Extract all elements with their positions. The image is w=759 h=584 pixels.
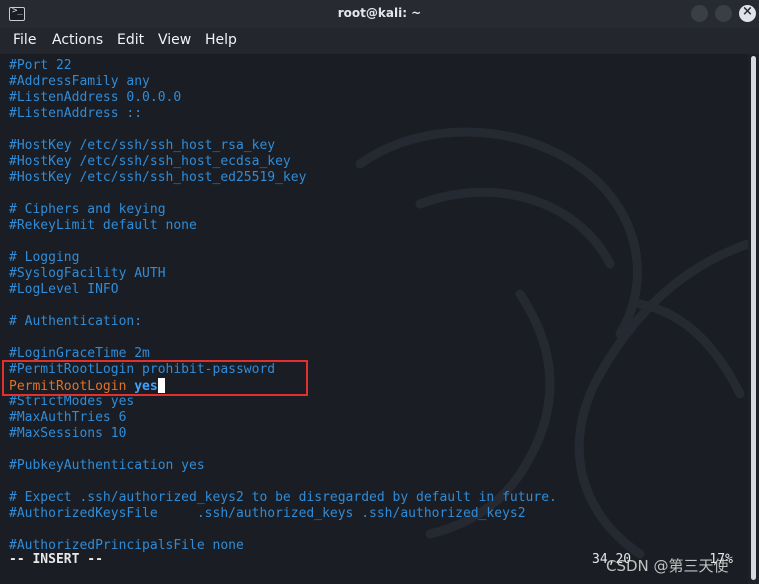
config-line: #Port 22: [9, 58, 72, 73]
close-button[interactable]: ×: [739, 4, 756, 22]
config-line: #MaxSessions 10: [9, 426, 127, 441]
config-line: #PubkeyAuthentication yes: [9, 458, 205, 473]
menu-bar: File Actions Edit View Help: [0, 28, 759, 54]
config-line: #LogLevel INFO: [9, 282, 119, 297]
config-line: #ListenAddress ::: [9, 106, 143, 121]
menu-file[interactable]: File: [13, 32, 36, 48]
vertical-scrollbar[interactable]: [748, 54, 759, 584]
config-line: #MaxAuthTries 6: [9, 410, 127, 425]
window-title: root@kali: ~: [337, 6, 422, 20]
config-line: #HostKey /etc/ssh/ssh_host_ecdsa_key: [9, 154, 291, 169]
scrollbar-thumb[interactable]: [751, 56, 756, 580]
terminal-area[interactable]: #Port 22 #AddressFamily any #ListenAddre…: [0, 54, 748, 584]
highlight-annotation-box: [2, 360, 308, 396]
menu-actions[interactable]: Actions: [52, 32, 103, 48]
config-line: #AddressFamily any: [9, 74, 150, 89]
maximize-button[interactable]: [715, 5, 732, 22]
insert-mode-indicator: -- INSERT --: [9, 552, 103, 567]
config-line: # Logging: [9, 250, 80, 265]
config-line: # Ciphers and keying: [9, 202, 166, 217]
close-icon: ×: [742, 4, 753, 19]
config-line: # Authentication:: [9, 314, 143, 329]
minimize-button[interactable]: [691, 5, 708, 22]
title-bar: >_ root@kali: ~ ×: [0, 0, 759, 28]
config-line: #HostKey /etc/ssh/ssh_host_ed25519_key: [9, 170, 307, 185]
config-line: #SyslogFacility AUTH: [9, 266, 166, 281]
config-line: #HostKey /etc/ssh/ssh_host_rsa_key: [9, 138, 276, 153]
menu-view[interactable]: View: [158, 32, 191, 48]
config-line: # Expect .ssh/authorized_keys2 to be dis…: [9, 490, 557, 505]
menu-edit[interactable]: Edit: [117, 32, 144, 48]
config-line: #StrictModes yes: [9, 394, 135, 409]
config-line: #ListenAddress 0.0.0.0: [9, 90, 182, 105]
config-line: #RekeyLimit default none: [9, 218, 197, 233]
menu-help[interactable]: Help: [205, 32, 237, 48]
watermark-credit: CSDN @第三天使: [606, 557, 729, 575]
config-line: #AuthorizedKeysFile .ssh/authorized_keys…: [9, 506, 526, 521]
